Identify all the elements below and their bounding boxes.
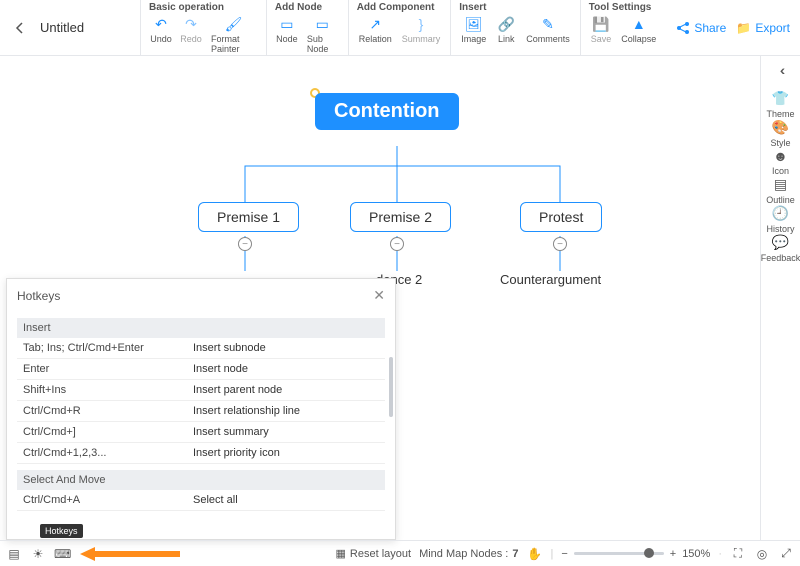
bottom-bar: ▤ ☀ ⌨ ▦ Reset layout Mind Map Nodes : 7 … xyxy=(0,540,800,566)
redo-icon: ↷ xyxy=(183,16,199,32)
document-title[interactable]: Untitled xyxy=(40,0,140,55)
hotkeys-title: Hotkeys xyxy=(17,289,60,303)
node-premise1[interactable]: Premise 1 xyxy=(198,202,299,232)
share-button[interactable]: Share xyxy=(676,21,726,35)
panel-icon[interactable]: ☻Icon xyxy=(761,148,800,176)
fit-icon[interactable]: ⛶ xyxy=(730,546,746,561)
group-header: Tool Settings xyxy=(587,2,661,14)
root-node-selection[interactable]: Contention xyxy=(310,88,320,98)
collapse-icon: ▲ xyxy=(631,16,647,32)
theme-icon: 👕 xyxy=(772,90,789,107)
top-toolbar: Untitled Basic operation↶Undo↷Redo🖌Forma… xyxy=(0,0,800,56)
summary-button[interactable]: }Summary xyxy=(398,14,445,46)
hotkey-row: Ctrl/Cmd+ASelect all xyxy=(17,490,385,511)
close-icon[interactable]: ✕ xyxy=(373,287,385,304)
image-icon: 🖼 xyxy=(466,16,482,32)
zoom-slider[interactable] xyxy=(574,552,664,555)
comments-button[interactable]: ✎Comments xyxy=(522,14,574,46)
feedback-icon: 💬 xyxy=(772,234,789,251)
collapse-toggle[interactable]: − xyxy=(390,237,404,251)
hotkey-row: Ctrl/Cmd+RInsert relationship line xyxy=(17,401,385,422)
icon-icon: ☻ xyxy=(773,148,788,164)
layout-icon: ▦ xyxy=(336,547,346,560)
collapse-toggle[interactable]: − xyxy=(553,237,567,251)
panel-outline[interactable]: ▤Outline xyxy=(761,176,800,205)
keyboard-icon[interactable]: ⌨ xyxy=(54,547,70,561)
hotkey-row: Shift+InsInsert parent node xyxy=(17,380,385,401)
zoom-out-button[interactable]: − xyxy=(561,548,567,560)
group-header: Insert xyxy=(457,2,574,14)
style-icon: 🎨 xyxy=(772,119,789,136)
theme-toggle-icon[interactable]: ☀ xyxy=(30,547,46,561)
panel-history[interactable]: 🕘History xyxy=(761,205,800,234)
panel-theme[interactable]: 👕Theme xyxy=(761,90,800,119)
collapse-button[interactable]: ▲Collapse xyxy=(617,14,660,46)
undo-button[interactable]: ↶Undo xyxy=(147,14,175,56)
fullscreen-icon[interactable]: ⤢ xyxy=(778,546,794,561)
export-button[interactable]: 📁Export xyxy=(736,21,790,35)
comments-icon: ✎ xyxy=(540,16,556,32)
save-icon: 💾 xyxy=(593,16,609,32)
zoom-level: 150% xyxy=(682,548,710,560)
hotkey-row: Ctrl/Cmd+]Insert summary xyxy=(17,422,385,443)
node-protest[interactable]: Protest xyxy=(520,202,602,232)
link-icon: 🔗 xyxy=(498,16,514,32)
hotkey-row: Tab; Ins; Ctrl/Cmd+EnterInsert subnode xyxy=(17,338,385,359)
relation-button[interactable]: ↗Relation xyxy=(355,14,396,46)
hotkeys-panel: Hotkeys ✕ InsertTab; Ins; Ctrl/Cmd+Enter… xyxy=(6,278,396,540)
history-icon: 🕘 xyxy=(772,205,789,222)
subnode-button[interactable]: ▭Sub Node xyxy=(303,14,342,56)
node-icon: ▭ xyxy=(279,16,295,32)
zoom-in-button[interactable]: + xyxy=(670,548,676,560)
subnode-icon: ▭ xyxy=(314,16,330,32)
relation-icon: ↗ xyxy=(367,16,383,32)
node-premise2[interactable]: Premise 2 xyxy=(350,202,451,232)
group-header: Add Component xyxy=(355,2,445,14)
right-panel: ‹‹ 👕Theme🎨Style☻Icon▤Outline🕘History💬Fee… xyxy=(760,56,800,540)
back-button[interactable] xyxy=(0,0,40,55)
link-button[interactable]: 🔗Link xyxy=(492,14,520,46)
panel-feedback[interactable]: 💬Feedback xyxy=(761,234,800,263)
node-count: Mind Map Nodes : 7 xyxy=(419,548,518,560)
panel-style[interactable]: 🎨Style xyxy=(761,119,800,148)
node-button[interactable]: ▭Node xyxy=(273,14,301,56)
group-header: Basic operation xyxy=(147,2,260,14)
root-node[interactable]: Contention xyxy=(315,93,459,130)
leaf-node[interactable]: Counterargument xyxy=(500,272,601,287)
hotkey-row: Ctrl/Cmd+1,2,3...Insert priority icon xyxy=(17,443,385,464)
hotkey-row: EnterInsert node xyxy=(17,359,385,380)
hotkeys-section-header: Select And Move xyxy=(17,470,385,490)
image-button[interactable]: 🖼Image xyxy=(457,14,490,46)
tooltip: Hotkeys xyxy=(40,524,83,538)
group-header: Add Node xyxy=(273,2,342,14)
format-painter-button[interactable]: 🖌Format Painter xyxy=(207,14,260,56)
hotkeys-section-header: Insert xyxy=(17,318,385,338)
center-icon[interactable]: ◎ xyxy=(754,547,770,561)
undo-icon: ↶ xyxy=(153,16,169,32)
format-painter-icon: 🖌 xyxy=(225,16,241,32)
panel-collapse-icon[interactable]: ‹‹ xyxy=(780,62,781,78)
redo-button[interactable]: ↷Redo xyxy=(177,14,205,56)
collapse-toggle[interactable]: − xyxy=(238,237,252,251)
save-button[interactable]: 💾Save xyxy=(587,14,616,46)
summary-icon: } xyxy=(413,16,429,32)
presentation-icon[interactable]: ▤ xyxy=(6,547,22,561)
reset-layout-button[interactable]: ▦ Reset layout xyxy=(336,547,412,560)
zoom-controls: − + 150% xyxy=(561,548,710,560)
scrollbar[interactable] xyxy=(389,357,393,417)
hand-icon[interactable]: ✋ xyxy=(526,547,542,561)
outline-icon: ▤ xyxy=(774,176,787,193)
